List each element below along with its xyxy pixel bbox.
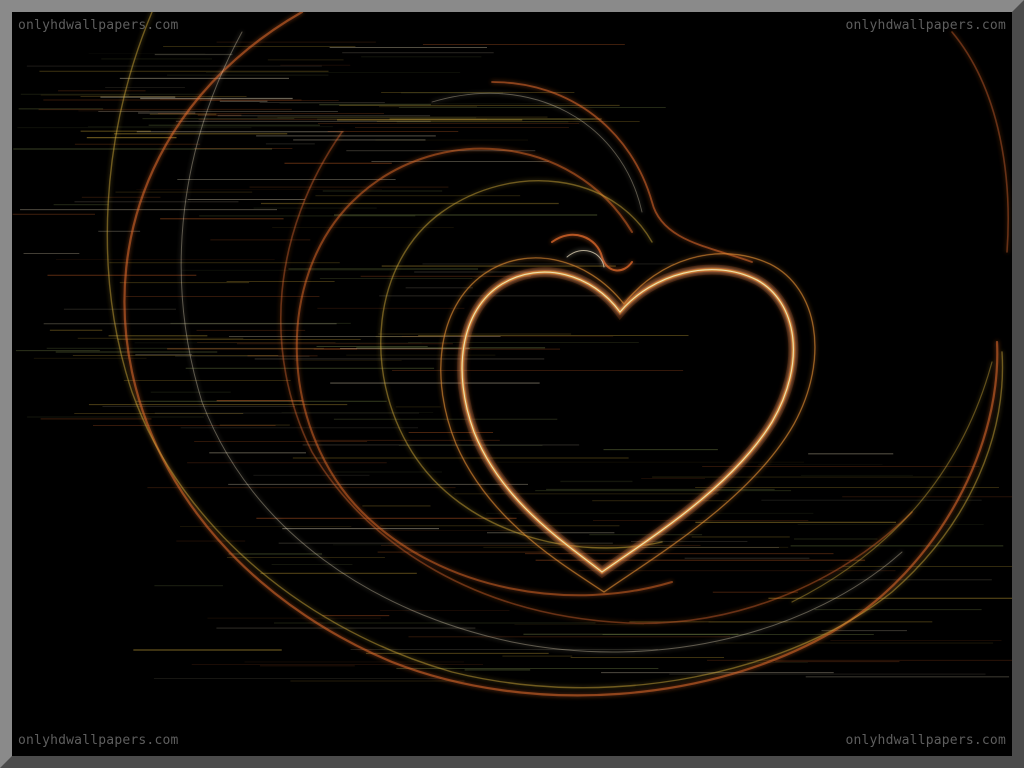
heart-fractal-icon xyxy=(12,12,1012,756)
wallpaper-frame: onlyhdwallpapers.com onlyhdwallpapers.co… xyxy=(0,0,1024,768)
